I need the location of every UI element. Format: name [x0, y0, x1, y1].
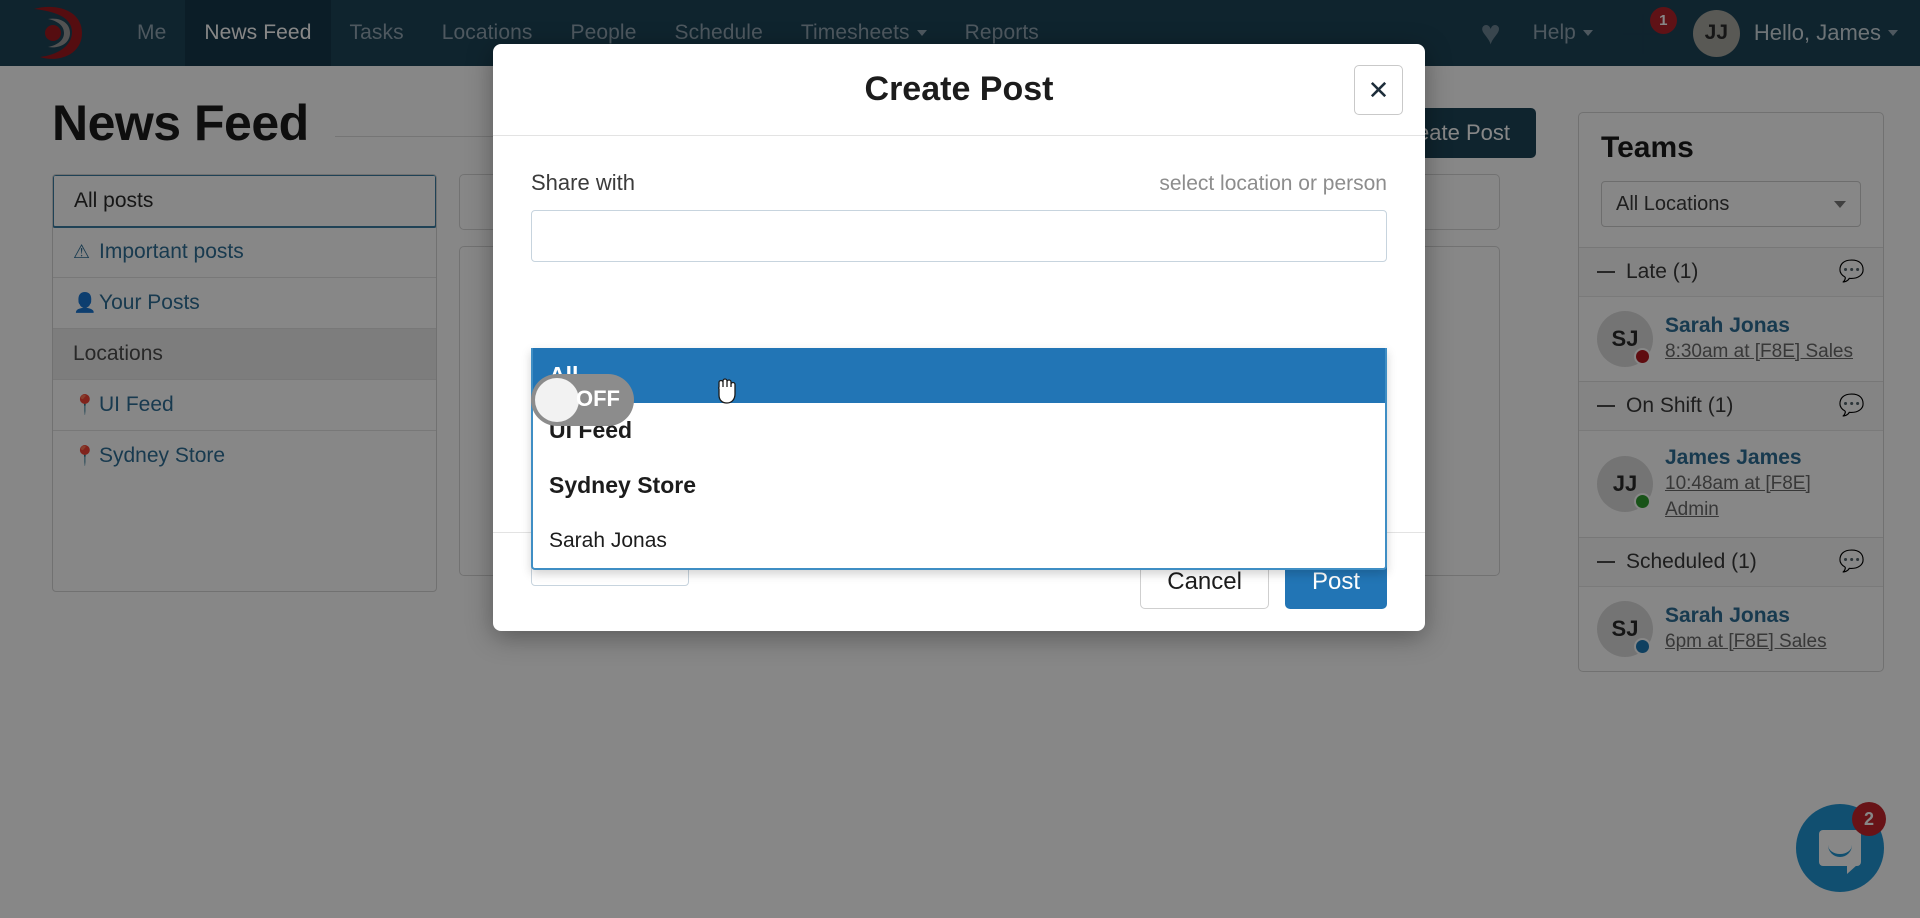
create-post-modal: Create Post ✕ Share with select location…: [493, 44, 1425, 631]
share-with-label: Share with: [531, 170, 635, 195]
modal-header: Create Post ✕: [493, 44, 1425, 136]
share-with-input[interactable]: [531, 210, 1387, 262]
share-with-row: Share with select location or person: [531, 170, 1387, 196]
mouse-cursor-icon: [718, 378, 736, 404]
share-with-dropdown: All UI Feed Sydney Store Sarah Jonas: [531, 348, 1387, 570]
dropdown-option-sydney-store[interactable]: Sydney Store: [533, 458, 1385, 513]
toggle-knob: [535, 378, 579, 422]
dropdown-option-ui-feed[interactable]: UI Feed: [533, 403, 1385, 458]
dropdown-option-label: Sarah Jonas: [549, 528, 667, 552]
share-with-hint: select location or person: [1159, 172, 1387, 195]
toggle-state-label: OFF: [576, 386, 620, 411]
app-root: Me News Feed Tasks Locations People Sche…: [0, 0, 1920, 918]
dropdown-option-all[interactable]: All: [533, 348, 1385, 404]
require-confirmation-toggle[interactable]: OFF: [531, 374, 634, 426]
dropdown-option-label: Sydney Store: [549, 472, 696, 498]
dropdown-option-sarah-jonas[interactable]: Sarah Jonas: [533, 513, 1385, 568]
modal-title: Create Post: [864, 70, 1054, 108]
modal-body: Share with select location or person All…: [493, 136, 1425, 586]
close-icon[interactable]: ✕: [1354, 65, 1403, 115]
